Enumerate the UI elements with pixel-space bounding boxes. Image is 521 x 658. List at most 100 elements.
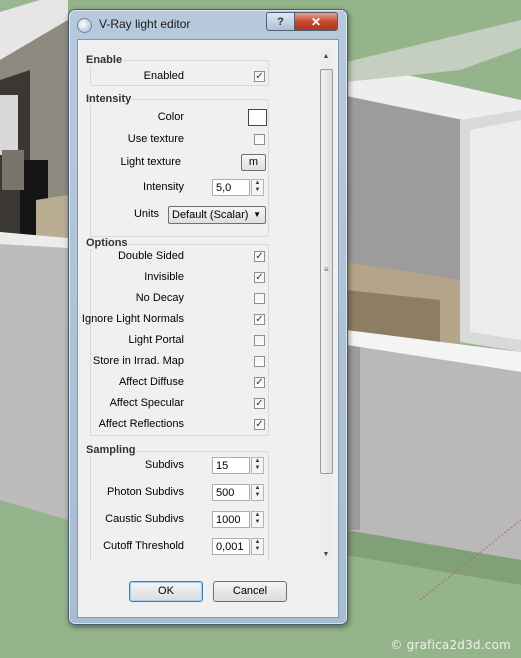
scroll-up-icon[interactable]: ▲ bbox=[319, 49, 333, 63]
spin-down-icon[interactable]: ▼ bbox=[252, 465, 263, 472]
units-label: Units bbox=[133, 208, 159, 220]
dialog-client-area: Enable Enabled ✓ Intensity Color Use tex… bbox=[77, 39, 339, 618]
ignore-light-normals-checkbox[interactable]: ✓ bbox=[254, 314, 265, 325]
enabled-checkbox[interactable]: ✓ bbox=[254, 71, 265, 82]
spin-down-icon[interactable]: ▼ bbox=[252, 519, 263, 526]
spin-buttons: ▲ ▼ bbox=[251, 457, 264, 474]
option-row: Affect Diffuse ✓ bbox=[91, 374, 268, 394]
option-label: Affect Specular bbox=[109, 397, 184, 409]
scrollbar-thumb[interactable]: ≡ bbox=[320, 69, 333, 474]
spin-up-icon[interactable]: ▲ bbox=[252, 458, 263, 465]
cancel-button[interactable]: Cancel bbox=[213, 581, 287, 602]
app-icon bbox=[77, 18, 92, 33]
group-intensity-title: Intensity bbox=[85, 93, 133, 105]
check-icon: ✓ bbox=[255, 71, 264, 82]
cutoff-threshold-input[interactable]: 0,001 bbox=[212, 538, 250, 555]
spin-down-icon[interactable]: ▼ bbox=[252, 187, 263, 194]
vertical-scrollbar[interactable]: ▲ ≡ ▼ bbox=[319, 49, 333, 561]
ok-button[interactable]: OK bbox=[129, 581, 203, 602]
double-sided-checkbox[interactable]: ✓ bbox=[254, 251, 265, 262]
color-swatch[interactable] bbox=[248, 109, 267, 126]
check-icon: ✓ bbox=[255, 398, 264, 409]
row-enabled: Enabled ✓ bbox=[91, 68, 268, 88]
color-label: Color bbox=[157, 111, 184, 123]
row-use-texture: Use texture bbox=[91, 131, 268, 151]
use-texture-label: Use texture bbox=[127, 133, 184, 145]
option-label: No Decay bbox=[135, 292, 184, 304]
row-light-texture: Light texture m bbox=[91, 154, 268, 174]
window-title: V-Ray light editor bbox=[99, 17, 191, 31]
grip-icon: ≡ bbox=[324, 265, 329, 274]
option-row: Affect Specular ✓ bbox=[91, 395, 268, 415]
spin-down-icon[interactable]: ▼ bbox=[252, 492, 263, 499]
row-intensity: Intensity 5,0 ▲ ▼ bbox=[91, 179, 268, 199]
photon-subdivs-label: Photon Subdivs bbox=[106, 486, 184, 498]
spin-buttons: ▲ ▼ bbox=[251, 511, 264, 528]
option-row: No Decay bbox=[91, 290, 268, 310]
affect-specular-checkbox[interactable]: ✓ bbox=[254, 398, 265, 409]
subdivs-input[interactable]: 15 bbox=[212, 457, 250, 474]
option-row: Affect Reflections ✓ bbox=[91, 416, 268, 436]
option-label: Affect Reflections bbox=[98, 418, 184, 430]
subdivs-label: Subdivs bbox=[144, 459, 184, 471]
spin-buttons: ▲ ▼ bbox=[251, 484, 264, 501]
invisible-checkbox[interactable]: ✓ bbox=[254, 272, 265, 283]
check-icon: ✓ bbox=[255, 419, 264, 430]
scroll-down-icon[interactable]: ▼ bbox=[319, 547, 333, 561]
option-row: Light Portal bbox=[91, 332, 268, 352]
watermark: © grafica2d3d.com bbox=[390, 638, 511, 652]
option-row: Invisible ✓ bbox=[91, 269, 268, 289]
caustic-subdivs-input[interactable]: 1000 bbox=[212, 511, 250, 528]
intensity-input[interactable]: 5,0 bbox=[212, 179, 250, 196]
use-texture-checkbox[interactable] bbox=[254, 134, 265, 145]
check-icon: ✓ bbox=[255, 314, 264, 325]
cutoff-threshold-spinner: 0,001 ▲ ▼ bbox=[212, 538, 266, 557]
title-bar[interactable]: V-Ray light editor ? ✕ bbox=[69, 10, 347, 38]
light-texture-map-button[interactable]: m bbox=[241, 154, 266, 171]
affect-reflections-checkbox[interactable]: ✓ bbox=[254, 419, 265, 430]
caustic-subdivs-label: Caustic Subdivs bbox=[105, 513, 184, 525]
light-portal-checkbox[interactable] bbox=[254, 335, 265, 346]
spin-up-icon[interactable]: ▲ bbox=[252, 539, 263, 546]
sampling-row: Cutoff Threshold 0,001 ▲ ▼ bbox=[91, 538, 268, 558]
help-button[interactable]: ? bbox=[266, 12, 295, 31]
sampling-row: Caustic Subdivs 1000 ▲ ▼ bbox=[91, 511, 268, 531]
sampling-row: Photon Subdivs 500 ▲ ▼ bbox=[91, 484, 268, 504]
group-sampling-title: Sampling bbox=[85, 444, 137, 456]
spin-buttons: ▲ ▼ bbox=[251, 179, 264, 196]
close-button[interactable]: ✕ bbox=[294, 12, 338, 31]
option-label: Light Portal bbox=[128, 334, 184, 346]
check-icon: ✓ bbox=[255, 272, 264, 283]
row-color: Color bbox=[91, 109, 268, 129]
enabled-label: Enabled bbox=[143, 70, 184, 82]
option-label: Store in Irrad. Map bbox=[92, 355, 184, 367]
spin-buttons: ▲ ▼ bbox=[251, 538, 264, 555]
spin-up-icon[interactable]: ▲ bbox=[252, 180, 263, 187]
light-texture-label: Light texture bbox=[120, 156, 181, 168]
option-label: Invisible bbox=[144, 271, 184, 283]
group-enable-title: Enable bbox=[85, 54, 124, 66]
subdivs-spinner: 15 ▲ ▼ bbox=[212, 457, 266, 476]
option-label: Double Sided bbox=[117, 250, 184, 262]
spin-down-icon[interactable]: ▼ bbox=[252, 546, 263, 553]
option-label: Affect Diffuse bbox=[118, 376, 184, 388]
intensity-spinner: 5,0 ▲ ▼ bbox=[212, 179, 266, 198]
affect-diffuse-checkbox[interactable]: ✓ bbox=[254, 377, 265, 388]
vray-light-editor-window: V-Ray light editor ? ✕ Enable Enabled ✓ … bbox=[68, 9, 348, 625]
check-icon: ✓ bbox=[255, 377, 264, 388]
spin-up-icon[interactable]: ▲ bbox=[252, 512, 263, 519]
option-row: Ignore Light Normals ✓ bbox=[82, 311, 268, 331]
no-decay-checkbox[interactable] bbox=[254, 293, 265, 304]
units-dropdown[interactable]: Default (Scalar) ▼ bbox=[168, 206, 266, 224]
spin-up-icon[interactable]: ▲ bbox=[252, 485, 263, 492]
store-in-irrad-map-checkbox[interactable] bbox=[254, 356, 265, 367]
caustic-subdivs-spinner: 1000 ▲ ▼ bbox=[212, 511, 266, 530]
check-icon: ✓ bbox=[255, 251, 264, 262]
option-label: Ignore Light Normals bbox=[81, 313, 184, 325]
option-row: Double Sided ✓ bbox=[91, 248, 268, 268]
intensity-label: Intensity bbox=[143, 181, 184, 193]
option-row: Store in Irrad. Map bbox=[91, 353, 268, 373]
row-units: Units Default (Scalar) ▼ bbox=[91, 206, 268, 226]
photon-subdivs-input[interactable]: 500 bbox=[212, 484, 250, 501]
cutoff-threshold-label: Cutoff Threshold bbox=[103, 540, 184, 552]
